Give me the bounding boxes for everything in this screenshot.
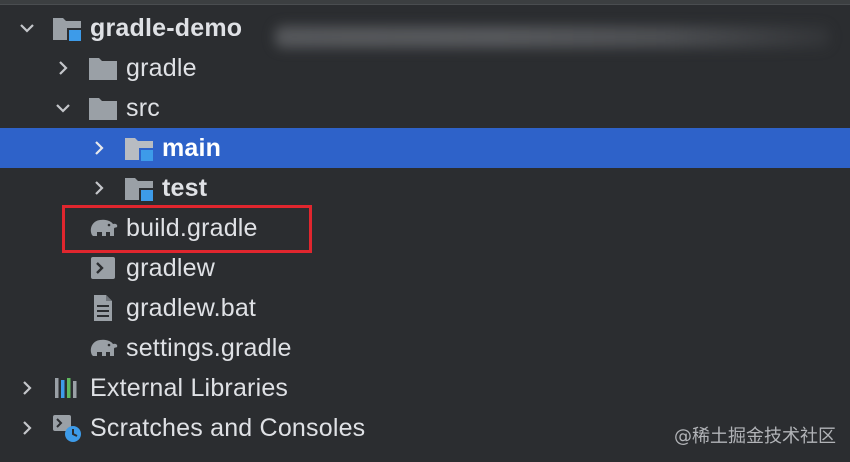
tree-row-main[interactable]: main — [0, 128, 850, 168]
tree-row-settings-gradle[interactable]: settings.gradle — [0, 328, 850, 368]
tree-row-external-libraries[interactable]: External Libraries — [0, 368, 850, 408]
tree-item-label: Scratches and Consoles — [90, 414, 366, 442]
chevron-right-icon[interactable] — [16, 417, 38, 439]
tree-item-label: settings.gradle — [126, 334, 292, 362]
tree-item-label: src — [126, 94, 160, 122]
chevron-down-icon[interactable] — [16, 17, 38, 39]
folder-icon — [86, 92, 120, 124]
tree-row-gradlew-bat[interactable]: gradlew.bat — [0, 288, 850, 328]
shell-script-icon — [86, 252, 120, 284]
tree-item-label: External Libraries — [90, 374, 289, 402]
source-folder-icon — [122, 132, 156, 164]
tree-item-label: gradlew — [126, 254, 215, 282]
redacted-path — [275, 26, 830, 48]
scratch-console-icon — [50, 412, 84, 444]
chevron-down-icon[interactable] — [52, 97, 74, 119]
panel-top-border — [0, 0, 850, 5]
chevron-right-icon[interactable] — [16, 377, 38, 399]
tree-item-label: gradle — [126, 54, 197, 82]
tree-item-label: test — [162, 174, 208, 202]
library-icon — [50, 372, 84, 404]
tree-item-label: main — [162, 134, 222, 162]
watermark: @稀土掘金技术社区 — [674, 426, 836, 447]
text-file-icon — [86, 292, 120, 324]
tree-row-gradle[interactable]: gradle — [0, 48, 850, 88]
annotation-highlight-box — [62, 205, 312, 253]
tree-row-gradlew[interactable]: gradlew — [0, 248, 850, 288]
test-folder-icon — [122, 172, 156, 204]
chevron-right-icon[interactable] — [88, 177, 110, 199]
module-folder-icon — [50, 12, 84, 44]
chevron-right-icon[interactable] — [52, 57, 74, 79]
gradle-elephant-icon — [86, 332, 120, 364]
tree-item-label: gradlew.bat — [126, 294, 257, 322]
tree-row-src[interactable]: src — [0, 88, 850, 128]
project-name: gradle-demo — [90, 14, 243, 42]
folder-icon — [86, 52, 120, 84]
tree-row-test[interactable]: test — [0, 168, 850, 208]
chevron-right-icon[interactable] — [88, 137, 110, 159]
